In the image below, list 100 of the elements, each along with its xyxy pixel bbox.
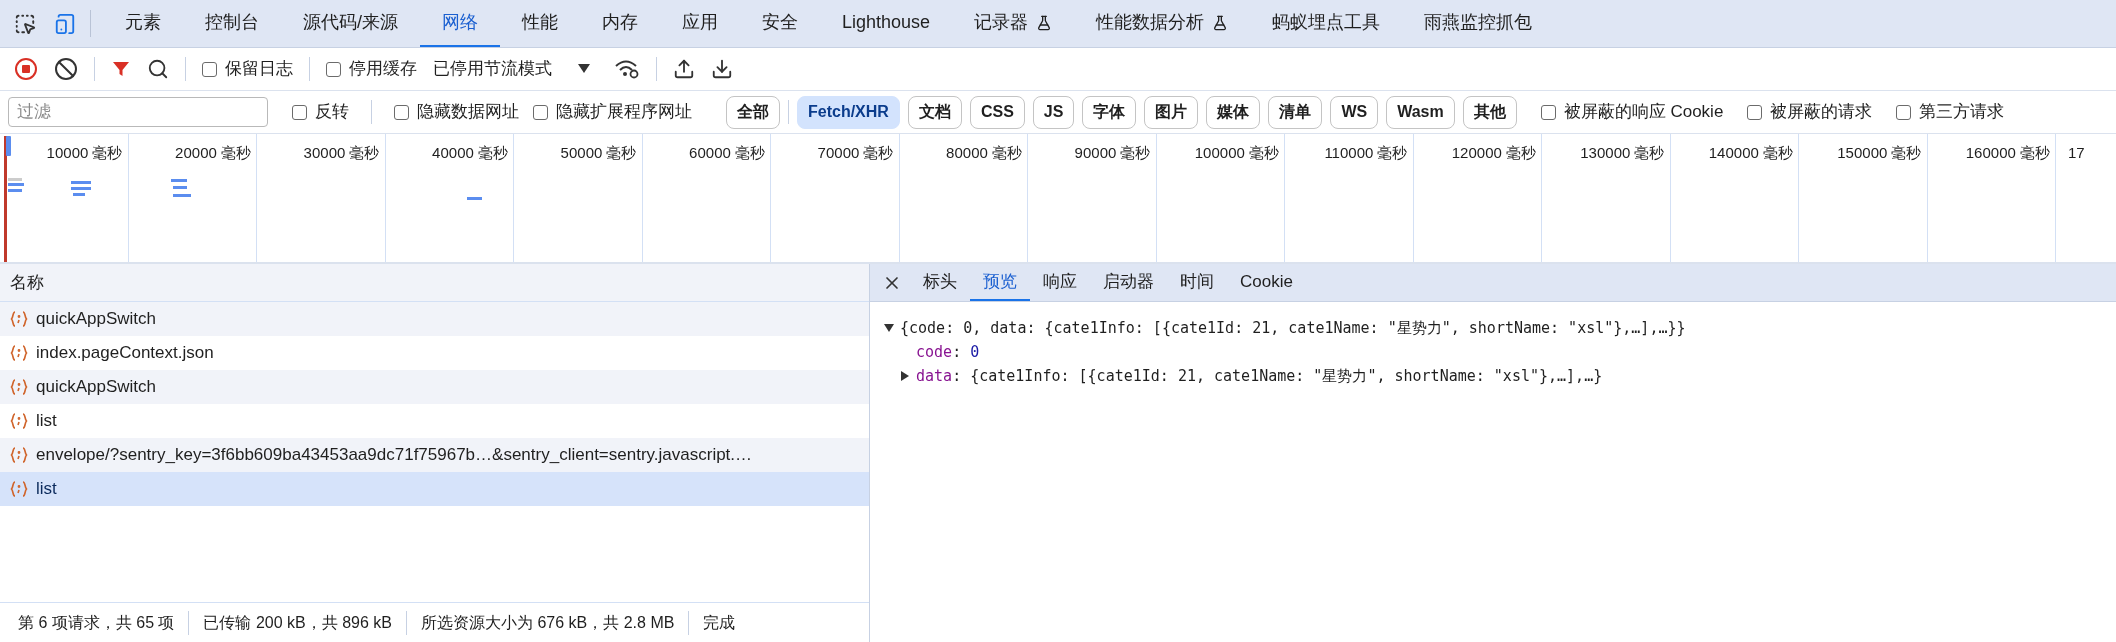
column-header[interactable]: 名称 — [10, 269, 44, 296]
timeline-tick-label: 10000 毫秒 — [46, 143, 123, 163]
details-tab[interactable]: Cookie — [1227, 264, 1306, 301]
details-tab[interactable]: 响应 — [1030, 264, 1090, 301]
checkbox[interactable] — [326, 61, 341, 77]
request-row[interactable]: quickAppSwitch — [0, 302, 869, 336]
request-name: index.pageContext.json — [36, 342, 214, 365]
timeline-tick-label: 160000 毫秒 — [1965, 143, 2050, 163]
timeline-tick-label: 110000 毫秒 — [1324, 143, 1408, 163]
request-name: quickAppSwitch — [36, 308, 156, 331]
type-filter-chip[interactable]: 文档 — [907, 95, 962, 129]
checkbox-label: 隐藏扩展程序网址 — [556, 101, 692, 124]
record-stop-icon[interactable] — [14, 57, 38, 81]
timeline-tick-label: 50000 毫秒 — [560, 143, 637, 163]
timeline-tick-label: 30000 毫秒 — [303, 143, 380, 163]
type-filter-chip[interactable]: 全部 — [726, 95, 780, 129]
request-name: quickAppSwitch — [36, 376, 156, 399]
checkbox-label: 被屏蔽的请求 — [1770, 101, 1873, 124]
json-property[interactable]: data: {cate1Info: [{cate1Id: 21, cate1Name: "星势力", shortName: "xsl"},…],…} — [884, 364, 2116, 388]
panel-tab[interactable]: 蚂蚁埋点工具 — [1250, 0, 1403, 47]
timeline-tick-label: 17 — [2068, 143, 2085, 163]
type-filter-chip[interactable]: 图片 — [1144, 95, 1199, 129]
details-tab[interactable]: 启动器 — [1090, 264, 1167, 301]
throttling-dropdown[interactable]: 已停用节流模式 — [433, 56, 590, 82]
request-row[interactable]: list — [0, 472, 869, 506]
panel-tab[interactable]: 安全 — [740, 0, 820, 47]
request-name: list — [36, 478, 57, 501]
timeline-tick-label: 20000 毫秒 — [175, 143, 251, 163]
panel-tab[interactable]: 性能 — [500, 0, 580, 47]
json-file-icon — [10, 344, 28, 362]
panel-tab[interactable]: 雨燕监控抓包 — [1402, 0, 1555, 47]
request-row[interactable]: envelope/?sentry_key=3f6bb609ba43453aa9dc71f75967b…&sentry_client=sentry.javascript.… — [0, 438, 869, 472]
type-filter-chip[interactable]: 字体 — [1082, 95, 1137, 129]
checkbox[interactable] — [1896, 104, 1912, 120]
checkbox-label: 停用缓存 — [349, 58, 417, 81]
type-filter-chip[interactable]: 其他 — [1462, 95, 1517, 129]
checkbox-label: 反转 — [315, 101, 349, 124]
json-file-icon — [10, 378, 28, 396]
caret-icon — [578, 64, 590, 74]
type-filter-chip[interactable]: JS — [1032, 95, 1075, 129]
panel-tab[interactable]: 应用 — [660, 0, 740, 47]
type-filter-chip[interactable]: Fetch/XHR — [797, 95, 900, 129]
panel-tab[interactable]: Lighthouse — [820, 0, 953, 47]
checkbox-label: 被屏蔽的响应 Cookie — [1563, 101, 1724, 124]
timeline-tick-label: 100000 毫秒 — [1194, 143, 1279, 163]
element-picker-icon[interactable] — [14, 12, 36, 35]
upload-icon[interactable] — [673, 58, 695, 80]
type-filter-chip[interactable]: 清单 — [1268, 95, 1323, 129]
details-tab[interactable]: 时间 — [1167, 264, 1227, 301]
checkbox[interactable] — [1747, 104, 1763, 120]
timeline-tick-label: 90000 毫秒 — [1074, 143, 1151, 163]
checkbox-label: 保留日志 — [225, 58, 293, 81]
timeline-tick-label: 130000 毫秒 — [1580, 143, 1665, 163]
flask-icon — [1212, 14, 1229, 31]
type-filter-chip[interactable]: Wasm — [1386, 95, 1455, 129]
search-icon[interactable] — [147, 58, 169, 80]
panel-tab[interactable]: 源代码/来源 — [281, 0, 420, 47]
type-filter-chip[interactable]: 媒体 — [1206, 95, 1261, 129]
json-file-icon — [10, 446, 28, 464]
clear-icon[interactable] — [54, 57, 78, 81]
device-toolbar-icon[interactable] — [54, 12, 76, 35]
details-tab[interactable]: 预览 — [970, 264, 1030, 301]
download-icon[interactable] — [711, 58, 733, 80]
status-text: 完成 — [703, 612, 736, 633]
json-file-icon — [10, 310, 28, 328]
panel-tab[interactable]: 元素 — [103, 0, 183, 47]
panel-tab[interactable]: 记录器 — [952, 0, 1075, 47]
json-property[interactable]: code: 0 — [884, 340, 2116, 364]
panel-tab[interactable]: 控制台 — [183, 0, 281, 47]
status-text: 所选资源大小为 676 kB，共 2.8 MB — [421, 612, 675, 633]
timeline-tick-label: 60000 毫秒 — [689, 143, 765, 163]
request-name: envelope/?sentry_key=3f6bb609ba43453aa9dc71f75967b…&sentry_client=sentry.javascript.… — [36, 444, 753, 467]
expanded-triangle-icon[interactable] — [884, 323, 894, 333]
type-filter-chip[interactable]: WS — [1330, 95, 1379, 129]
collapsed-triangle-icon[interactable] — [900, 371, 910, 381]
panel-tab[interactable]: 内存 — [580, 0, 660, 47]
status-text: 第 6 项请求，共 65 项 — [18, 612, 175, 633]
checkbox[interactable] — [292, 104, 307, 120]
request-name: list — [36, 410, 57, 433]
timeline-tick-label: 140000 毫秒 — [1708, 143, 1793, 163]
network-settings-icon[interactable] — [614, 58, 640, 80]
checkbox[interactable] — [202, 61, 217, 77]
json-file-icon — [10, 480, 28, 498]
request-row[interactable]: quickAppSwitch — [0, 370, 869, 404]
panel-tab[interactable]: 性能数据分析 — [1074, 0, 1251, 47]
checkbox-label: 隐藏数据网址 — [417, 101, 519, 124]
checkbox[interactable] — [533, 104, 548, 120]
details-tab[interactable]: 标头 — [910, 264, 970, 301]
filter-icon[interactable] — [111, 59, 131, 79]
timeline-tick-label: 80000 毫秒 — [946, 143, 1022, 163]
panel-tab[interactable]: 网络 — [420, 0, 500, 47]
timeline-tick-label: 70000 毫秒 — [817, 143, 894, 163]
filter-field[interactable]: 过滤 — [8, 97, 268, 127]
checkbox[interactable] — [1540, 104, 1556, 120]
type-filter-chip[interactable]: CSS — [969, 95, 1025, 129]
timeline-tick-label: 120000 毫秒 — [1451, 143, 1536, 163]
json-tree-root[interactable]: {code: 0, data: {cate1Info: [{cate1Id: 21, cate1Name: "星势力", shortName: "xsl"},…],…}} — [884, 316, 2116, 340]
timeline-tick-label: 40000 毫秒 — [432, 143, 508, 163]
checkbox[interactable] — [394, 104, 409, 120]
flask-icon — [1036, 14, 1053, 31]
